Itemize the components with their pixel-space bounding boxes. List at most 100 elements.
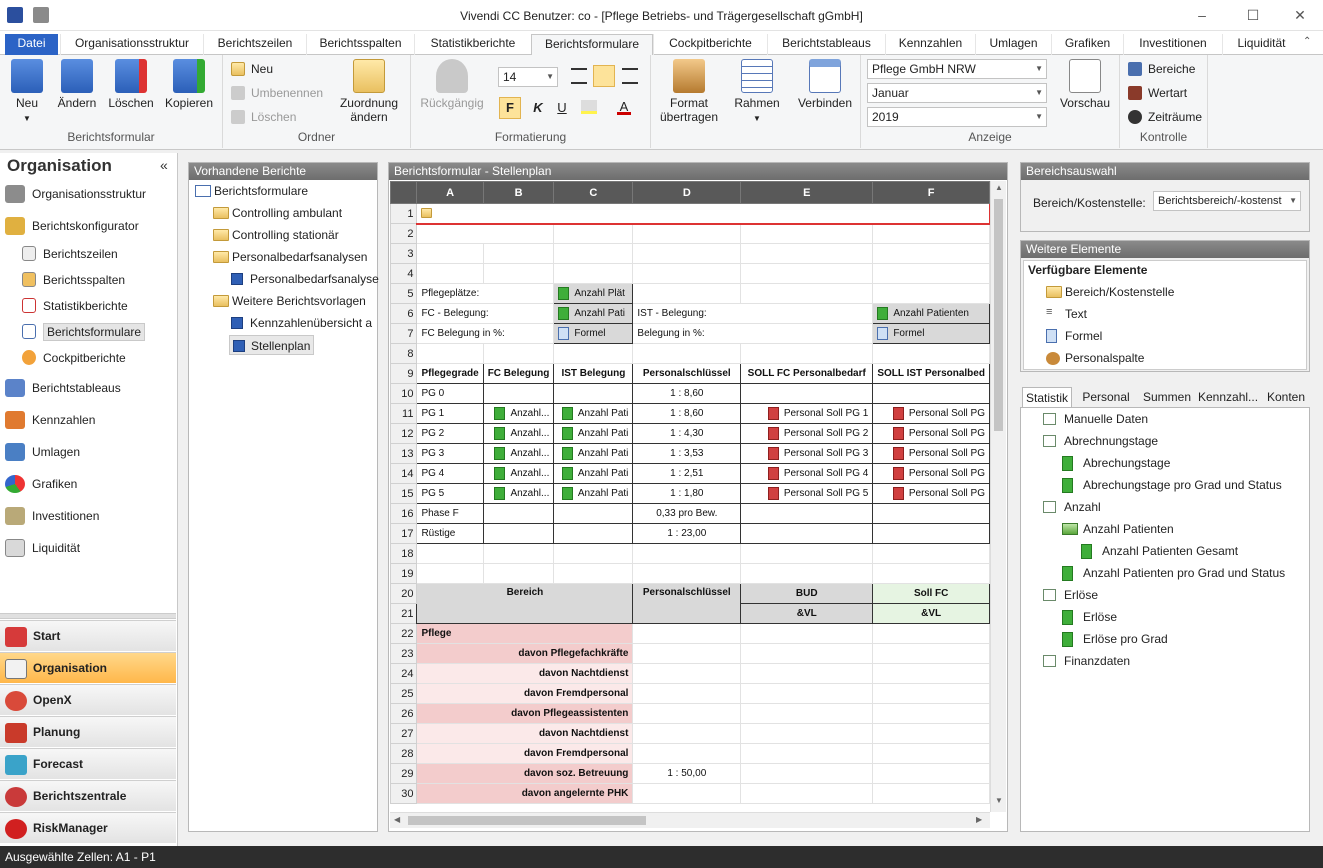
cell-ist-belegung[interactable] <box>553 383 634 404</box>
cell-soll-ist[interactable]: Personal Soll PG <box>872 403 990 424</box>
cell-value[interactable] <box>872 643 990 664</box>
col-header-a[interactable]: A <box>416 181 484 204</box>
tab-berichtszeilen[interactable]: Berichtszeilen <box>203 34 306 55</box>
cell-bereich[interactable]: davon Nachtdienst <box>416 663 634 684</box>
tree-stellenplan[interactable]: Stellenplan <box>229 335 315 355</box>
stat-item[interactable]: Abrechungstage <box>1062 453 1170 473</box>
stat-item[interactable]: Abrechungstage pro Grad und Status <box>1062 475 1282 495</box>
row-header[interactable]: 16 <box>390 503 418 524</box>
cell-value[interactable] <box>740 703 874 724</box>
loeschen-button[interactable]: Löschen <box>106 59 156 110</box>
row-header[interactable]: 27 <box>390 723 418 744</box>
nav-liquiditaet[interactable]: Liquidität <box>0 536 176 560</box>
row-header[interactable]: 28 <box>390 743 418 764</box>
cell-c5[interactable]: Anzahl Plät <box>553 283 634 304</box>
splitter-handle[interactable] <box>0 613 176 619</box>
row-header[interactable]: 17 <box>390 523 418 544</box>
nav-berichtsformulare[interactable]: Berichtsformulare <box>0 320 176 344</box>
cell-value[interactable] <box>740 663 874 684</box>
horizontal-scrollbar[interactable]: ◀ ▶ <box>390 812 990 828</box>
row-header[interactable]: 11 <box>390 403 418 424</box>
cell-bereich[interactable]: davon angelernte PHK <box>416 783 634 804</box>
element-text[interactable]: ≡ Text <box>1046 304 1087 324</box>
cell-a6[interactable]: FC - Belegung: <box>416 303 555 324</box>
stat-item[interactable]: Abrechnungstage <box>1043 431 1158 451</box>
element-formel[interactable]: Formel <box>1046 326 1102 346</box>
header-ist-belegung[interactable]: IST Belegung <box>553 363 634 384</box>
nav-berichtskonfigurator[interactable]: Berichtskonfigurator <box>0 214 176 238</box>
nav-cockpitberichte[interactable]: Cockpitberichte <box>0 346 176 370</box>
cell-soll-ist[interactable]: Personal Soll PG <box>872 483 990 504</box>
aendern-button[interactable]: Ändern <box>54 59 100 110</box>
cell-fc-belegung[interactable]: Anzahl... <box>482 403 555 424</box>
cell-pflegegrad[interactable]: Phase F <box>416 503 484 524</box>
stat-item[interactable]: Anzahl Patienten Gesamt <box>1081 541 1238 561</box>
cell-soll-ist[interactable] <box>872 383 990 404</box>
cell-c7[interactable]: Formel <box>553 323 634 344</box>
stat-item[interactable]: Erlöse pro Grad <box>1062 629 1168 649</box>
header-soll-fc-2[interactable]: Soll FC <box>872 583 990 604</box>
cell-value[interactable] <box>872 683 990 704</box>
tab-datei[interactable]: Datei <box>5 34 58 55</box>
tab-statistik[interactable]: Statistik <box>1022 387 1072 407</box>
tab-cockpitberichte[interactable]: Cockpitberichte <box>653 34 767 55</box>
nav-berichtszentrale[interactable]: Berichtszentrale <box>0 780 176 811</box>
header-bud[interactable]: BUD <box>740 583 874 604</box>
nav-berichtsspalten[interactable]: Berichtsspalten <box>0 268 176 292</box>
header-pflegegrade[interactable]: Pflegegrade <box>416 363 484 384</box>
cell-value[interactable] <box>740 763 874 784</box>
nav-forecast[interactable]: Forecast <box>0 748 176 779</box>
cell-value[interactable] <box>872 723 990 744</box>
cell-c6[interactable]: Anzahl Pati <box>553 303 634 324</box>
row-header[interactable]: 22 <box>390 623 418 644</box>
cell-value[interactable] <box>872 703 990 724</box>
minimize-icon[interactable]: – <box>1192 5 1212 25</box>
cell-ist-belegung[interactable]: Anzahl Pati <box>553 423 634 444</box>
col-header-b[interactable]: B <box>482 181 555 204</box>
cell-a1[interactable] <box>416 203 990 225</box>
cell-bereich[interactable]: davon soz. Betreuung <box>416 763 634 784</box>
col-header-e[interactable]: E <box>740 181 874 204</box>
monat-select[interactable]: Januar ▼ <box>867 83 1047 103</box>
header-personalschluessel-2[interactable]: Personalschlüssel <box>632 583 742 624</box>
header-personalschluessel[interactable]: Personalschlüssel <box>632 363 742 384</box>
vertical-scrollbar[interactable]: ▲ ▼ <box>990 181 1006 812</box>
tab-konten[interactable]: Konten <box>1264 387 1308 407</box>
cell-bereich[interactable]: davon Fremdpersonal <box>416 743 634 764</box>
cell-soll-fc[interactable]: Personal Soll PG 5 <box>740 483 874 504</box>
cell-value[interactable] <box>872 623 990 644</box>
bereiche-button[interactable]: Bereiche <box>1126 59 1195 79</box>
cell-value[interactable] <box>872 663 990 684</box>
cell-d6[interactable]: IST - Belegung: <box>632 303 874 324</box>
cell-personalschluessel[interactable] <box>632 683 742 704</box>
cell-soll-ist[interactable]: Personal Soll PG <box>872 463 990 484</box>
tab-grafiken[interactable]: Grafiken <box>1051 34 1123 55</box>
spreadsheet-grid[interactable]: A B C D E F 1 2 3 4 5 Pflegeplätze: Anzahl… <box>390 181 990 812</box>
cell-a7[interactable]: FC Belegung in %: <box>416 323 555 344</box>
nav-planung[interactable]: Planung <box>0 716 176 747</box>
corner-header[interactable] <box>390 181 418 204</box>
cell-bereich[interactable]: davon Fremdpersonal <box>416 683 634 704</box>
header-soll-fc[interactable]: SOLL FC Personalbedarf <box>740 363 874 384</box>
stat-item[interactable]: Finanzdaten <box>1043 651 1130 671</box>
cell-ist-belegung[interactable]: Anzahl Pati <box>553 443 634 464</box>
stat-item[interactable]: Erlöse <box>1043 585 1098 605</box>
row-header[interactable]: 24 <box>390 663 418 684</box>
align-center-icon[interactable] <box>593 65 615 87</box>
cell-soll-fc[interactable]: Personal Soll PG 3 <box>740 443 874 464</box>
cell-fc-belegung[interactable] <box>482 523 555 544</box>
cell-soll-ist[interactable]: Personal Soll PG <box>872 423 990 444</box>
tree-controlling-ambulant[interactable]: Controlling ambulant <box>213 203 342 223</box>
cell-value[interactable] <box>740 683 874 704</box>
bold-button[interactable]: F <box>499 97 521 119</box>
cell-value[interactable] <box>740 743 874 764</box>
ordner-neu-button[interactable]: Neu <box>229 59 273 79</box>
cell-personalschluessel[interactable] <box>632 663 742 684</box>
nav-kennzahlen[interactable]: Kennzahlen <box>0 408 176 432</box>
cell-fc-belegung[interactable]: Anzahl... <box>482 463 555 484</box>
stat-item[interactable]: Anzahl <box>1043 497 1101 517</box>
bereich-select[interactable]: Berichtsbereich/-kostenst ▼ <box>1153 191 1301 211</box>
cell-personalschluessel[interactable] <box>632 743 742 764</box>
row-header[interactable]: 15 <box>390 483 418 504</box>
cell-soll-fc[interactable]: Personal Soll PG 1 <box>740 403 874 424</box>
